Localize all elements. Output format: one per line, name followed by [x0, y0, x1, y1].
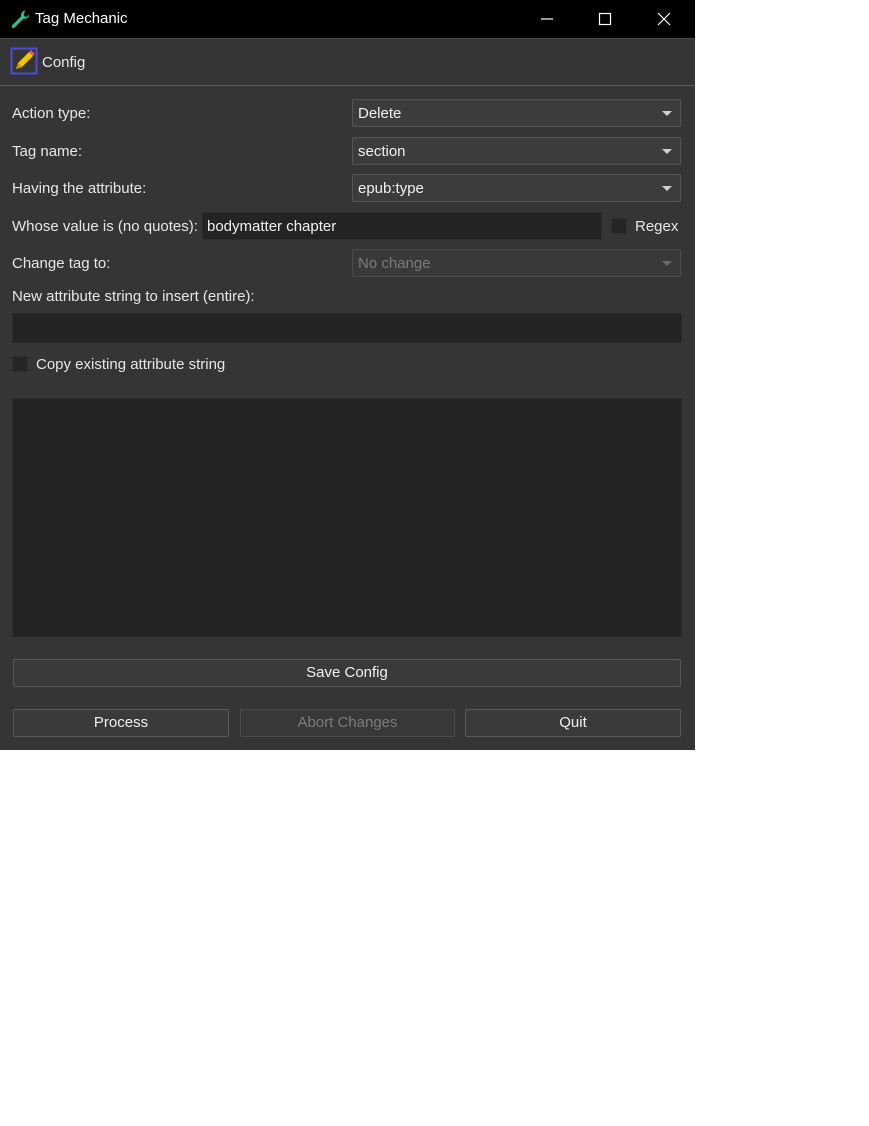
chevron-down-icon: [662, 186, 672, 191]
chevron-down-icon: [662, 149, 672, 154]
tag-name-value: section: [358, 143, 406, 160]
copy-existing-checkbox[interactable]: [12, 356, 28, 372]
copy-existing-label: Copy existing attribute string: [36, 356, 226, 373]
abort-changes-button[interactable]: Abort Changes: [240, 709, 455, 737]
maximize-icon: [598, 12, 612, 26]
whose-value-label: Whose value is (no quotes):: [12, 218, 198, 235]
toolbar: Config: [0, 39, 695, 86]
close-button[interactable]: [635, 0, 693, 38]
change-tag-dropdown[interactable]: No change: [352, 249, 681, 277]
change-tag-label: Change tag to:: [12, 255, 111, 272]
having-attribute-dropdown[interactable]: epub:type: [352, 174, 681, 202]
tag-name-dropdown[interactable]: section: [352, 137, 681, 165]
action-type-dropdown[interactable]: Delete: [352, 99, 681, 127]
config-button[interactable]: Config: [8, 44, 98, 80]
regex-checkbox[interactable]: [611, 218, 627, 234]
new-attribute-input[interactable]: [12, 313, 682, 343]
quit-button[interactable]: Quit: [465, 709, 681, 737]
chevron-down-icon: [662, 261, 672, 266]
action-type-value: Delete: [358, 105, 402, 122]
process-button[interactable]: Process: [13, 709, 229, 737]
wrench-icon: [11, 10, 30, 29]
having-attribute-value: epub:type: [358, 180, 424, 197]
having-attribute-label: Having the attribute:: [12, 180, 147, 197]
title-bar: Tag Mechanic: [0, 0, 695, 39]
minimize-icon: [541, 18, 553, 20]
save-config-button[interactable]: Save Config: [13, 659, 681, 687]
whose-value-text: bodymatter chapter: [207, 218, 337, 235]
whose-value-input[interactable]: bodymatter chapter: [202, 212, 602, 240]
window-title: Tag Mechanic: [35, 10, 128, 27]
config-label: Config: [42, 54, 86, 71]
chevron-down-icon: [662, 111, 672, 116]
maximize-button[interactable]: [576, 0, 634, 38]
log-text-area[interactable]: [12, 398, 682, 637]
tag-name-label: Tag name:: [12, 143, 83, 160]
change-tag-value: No change: [358, 255, 431, 272]
regex-label: Regex: [635, 218, 679, 235]
pencil-edit-icon: [10, 47, 38, 75]
minimize-button[interactable]: [518, 0, 576, 38]
action-type-label: Action type:: [12, 105, 91, 122]
new-attribute-label: New attribute string to insert (entire):: [12, 288, 255, 305]
close-icon: [657, 12, 671, 26]
app-window: Tag Mechanic Config Action type: Delete …: [0, 0, 695, 750]
